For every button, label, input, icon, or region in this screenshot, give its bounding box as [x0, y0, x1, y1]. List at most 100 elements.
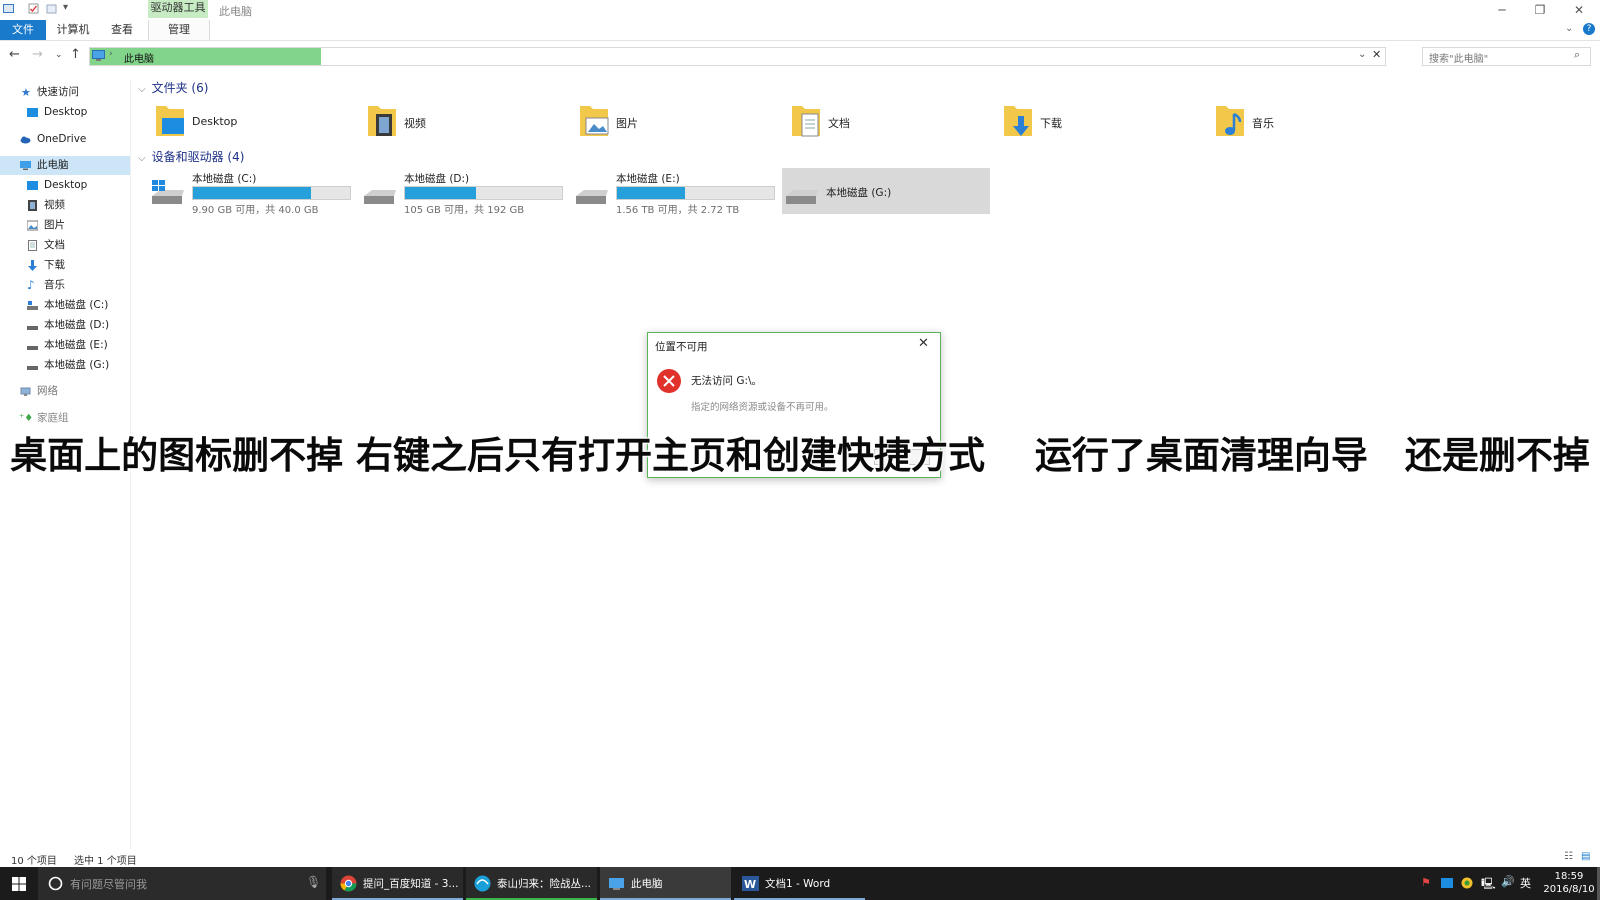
download-icon — [28, 260, 37, 271]
drive-d[interactable]: 本地磁盘 (D:) 105 GB 可用，共 192 GB — [360, 168, 568, 216]
nav-desktop-quick[interactable]: Desktop — [0, 103, 130, 122]
nav-pictures[interactable]: 图片 — [0, 216, 130, 235]
desktop-icon — [27, 108, 38, 117]
dialog-message: 无法访问 G:\。 — [691, 375, 763, 387]
address-dropdown-icon[interactable]: ⌄ — [1358, 49, 1366, 60]
search-box[interactable]: 搜索"此电脑" ⌕ — [1422, 47, 1591, 66]
folder-music[interactable]: 音乐 — [1214, 102, 1414, 142]
tiles-view-icon[interactable]: ▤ — [1581, 851, 1590, 862]
microphone-icon[interactable]: 🎙 — [306, 875, 321, 889]
desktop-icon — [27, 181, 38, 190]
error-icon — [657, 369, 681, 393]
chevron-down-icon[interactable]: ⌵ — [138, 153, 146, 164]
quick-access-dropdown-icon[interactable]: ▾ — [63, 2, 68, 13]
drive-e[interactable]: 本地磁盘 (E:) 1.56 TB 可用，共 2.72 TB — [572, 168, 780, 216]
drives-section-header[interactable]: ⌵ 设备和驱动器 (4) — [138, 148, 244, 165]
folder-pictures[interactable]: 图片 — [578, 102, 778, 142]
recent-locations-icon[interactable]: ⌄ — [55, 50, 63, 60]
overlay-caption: 桌面上的图标删不掉 右键之后只有打开主页和创建快捷方式 运行了桌面清理向导 还是… — [10, 434, 1590, 477]
svg-text:W: W — [744, 878, 756, 891]
nav-drive-g[interactable]: 本地磁盘 (G:) — [0, 356, 130, 375]
app-window-icon — [3, 4, 14, 13]
search-input[interactable]: 搜索"此电脑" — [1429, 50, 1488, 65]
taskbar-app-explorer[interactable]: 此电脑 — [600, 867, 731, 900]
flag-icon[interactable]: ⚑ — [1421, 876, 1433, 889]
up-arrow-icon[interactable]: ↑ — [70, 47, 81, 62]
security-icon[interactable] — [1461, 877, 1473, 889]
ime-indicator[interactable]: 英 — [1520, 875, 1531, 891]
document-icon — [28, 240, 37, 251]
drive-usage-bar — [192, 186, 351, 200]
tab-computer[interactable]: 计算机 — [52, 20, 94, 40]
folder-desktop[interactable]: Desktop — [154, 102, 354, 142]
folder-documents[interactable]: 文档 — [790, 102, 990, 142]
picture-folder-icon — [580, 106, 609, 136]
minimize-button[interactable]: ─ — [1488, 2, 1516, 18]
drive-c[interactable]: 本地磁盘 (C:) 9.90 GB 可用，共 40.0 GB — [148, 168, 356, 216]
tab-manage[interactable]: 管理 — [148, 20, 210, 40]
tab-view[interactable]: 查看 — [104, 20, 140, 40]
nav-documents[interactable]: 文档 — [0, 236, 130, 255]
nav-network[interactable]: 网络 — [0, 382, 130, 401]
close-window-button[interactable]: ✕ — [1565, 2, 1593, 18]
properties-icon[interactable] — [28, 3, 39, 14]
restore-button[interactable]: ❐ — [1526, 2, 1554, 18]
browser-icon — [474, 875, 491, 892]
taskbar-app-word[interactable]: W 文档1 - Word — [734, 867, 865, 900]
nav-desktop[interactable]: Desktop — [0, 176, 130, 195]
tray-app-icon[interactable] — [1441, 877, 1453, 889]
word-icon: W — [742, 876, 759, 891]
nav-music[interactable]: ♪ 音乐 — [0, 276, 130, 295]
drive-usage-bar — [616, 186, 775, 200]
details-view-icon[interactable]: ☷ — [1564, 851, 1573, 862]
folder-videos[interactable]: 视频 — [366, 102, 566, 142]
new-folder-icon[interactable] — [46, 3, 57, 14]
address-clear-icon[interactable]: ✕ — [1372, 48, 1381, 61]
drive-g[interactable]: 本地磁盘 (G:) — [782, 168, 990, 214]
folders-section-header[interactable]: ⌵ 文件夹 (6) — [138, 79, 208, 96]
dialog-detail: 指定的网络资源或设备不再可用。 — [691, 402, 834, 413]
system-drive-icon — [152, 180, 184, 204]
computer-icon — [92, 50, 105, 61]
forward-arrow-icon[interactable]: → — [32, 47, 43, 62]
context-tab-drive-tools: 驱动器工具 — [148, 0, 208, 18]
dialog-close-button[interactable]: ✕ — [918, 336, 929, 351]
windows-logo-icon — [12, 877, 26, 891]
help-icon[interactable]: ? — [1583, 23, 1595, 35]
title-bar: ▾ 驱动器工具 此电脑 ─ ❐ ✕ — [0, 0, 1600, 20]
music-folder-icon — [1216, 106, 1244, 136]
drive-icon — [27, 366, 38, 370]
chevron-down-icon[interactable]: ⌵ — [138, 84, 146, 95]
nav-drive-c[interactable]: 本地磁盘 (C:) — [0, 296, 130, 315]
address-bar[interactable]: › 此电脑 ⌄ ✕ — [89, 47, 1386, 66]
nav-drive-e[interactable]: 本地磁盘 (E:) — [0, 336, 130, 355]
folder-downloads[interactable]: 下载 — [1002, 102, 1202, 142]
start-button[interactable] — [0, 867, 38, 900]
nav-drive-d[interactable]: 本地磁盘 (D:) — [0, 316, 130, 335]
dialog-title: 位置不可用 — [655, 341, 708, 353]
clock[interactable]: 18:59 2016/8/10 — [1540, 870, 1598, 896]
taskbar-app-baidu[interactable]: 提问_百度知道 - 3... — [332, 867, 463, 900]
back-arrow-icon[interactable]: ← — [9, 47, 20, 62]
nav-downloads[interactable]: 下载 — [0, 256, 130, 275]
tab-file[interactable]: 文件 — [0, 20, 46, 40]
nav-videos[interactable]: 视频 — [0, 196, 130, 215]
nav-quick-access[interactable]: ★ 快速访问 — [0, 83, 130, 102]
cortana-search[interactable]: 有问题尽管问我 🎙 — [38, 867, 326, 900]
breadcrumb-this-pc[interactable]: 此电脑 — [124, 50, 154, 65]
breadcrumb-chevron-icon[interactable]: › — [109, 49, 113, 59]
ribbon-tabs: 文件 计算机 查看 管理 ⌄ ? — [0, 20, 1600, 41]
nav-this-pc[interactable]: 此电脑 — [0, 156, 130, 175]
drive-icon — [786, 190, 818, 204]
network-tray-icon[interactable]: 🖳 — [1481, 875, 1496, 890]
selected-count: 选中 1 个项目 — [74, 856, 137, 867]
taskbar: 有问题尽管问我 🎙 提问_百度知道 - 3... 泰山归来：险战丛... 此电脑… — [0, 867, 1600, 900]
cortana-search-input[interactable]: 有问题尽管问我 — [70, 876, 147, 892]
search-icon[interactable]: ⌕ — [1574, 48, 1580, 62]
volume-icon[interactable]: 🔊 — [1501, 875, 1515, 888]
cloud-icon — [20, 136, 31, 144]
nav-onedrive[interactable]: OneDrive — [0, 130, 130, 149]
music-icon: ♪ — [27, 278, 35, 292]
ribbon-expand-icon[interactable]: ⌄ — [1565, 23, 1573, 34]
taskbar-app-taishan[interactable]: 泰山归来：险战丛... — [466, 867, 597, 900]
